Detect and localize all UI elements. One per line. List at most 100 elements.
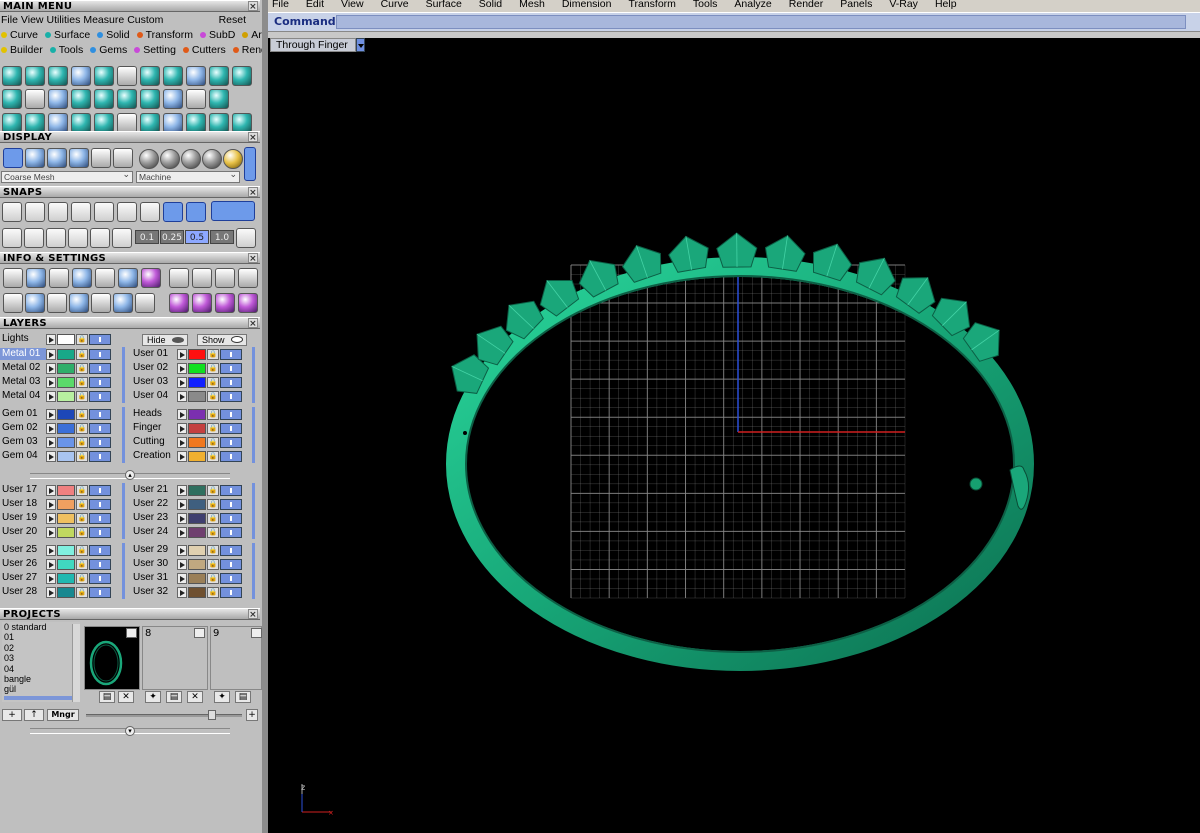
layer-visibility-toggle[interactable] (89, 498, 111, 510)
edit-icon[interactable] (2, 89, 22, 109)
layer-name[interactable]: User 04 (131, 390, 177, 402)
layer-visibility-toggle[interactable] (220, 422, 242, 434)
layer-arrow-button[interactable] (46, 512, 56, 524)
project-slot-1[interactable] (84, 626, 140, 690)
menu-tools[interactable]: Tools (693, 0, 718, 10)
layer-visibility-toggle[interactable] (89, 436, 111, 448)
layer-visibility-toggle[interactable] (220, 436, 242, 448)
layer-row[interactable]: User 24 🔒 (131, 526, 242, 538)
layer-name[interactable]: User 18 (0, 498, 46, 510)
thumbnail-size-slider[interactable] (86, 714, 242, 717)
layer-color-swatch[interactable] (57, 450, 75, 462)
layer-arrow-button[interactable] (177, 512, 187, 524)
menu-custom[interactable]: Custom (127, 14, 163, 26)
close-icon[interactable]: × (248, 253, 258, 264)
material-toggle[interactable] (244, 147, 256, 181)
layer-arrow-button[interactable] (46, 526, 56, 538)
snap-toggle[interactable] (211, 201, 255, 221)
grid-icon[interactable] (117, 89, 137, 109)
pan-icon[interactable] (94, 113, 114, 133)
filter-icon[interactable] (91, 293, 111, 313)
project-item[interactable]: 03 (4, 653, 80, 663)
layer-row[interactable]: Metal 02 🔒 (0, 362, 111, 374)
layer-arrow-button[interactable] (177, 484, 187, 496)
project-item[interactable]: 04 (4, 664, 80, 674)
light-icon[interactable] (48, 66, 68, 86)
lock-icon[interactable]: 🔒 (207, 348, 219, 360)
lock-icon[interactable]: 🔒 (76, 484, 88, 496)
layer-color-swatch[interactable] (57, 436, 75, 448)
layer-visibility-toggle[interactable] (220, 572, 242, 584)
lock-icon[interactable]: 🔒 (76, 333, 88, 345)
layer-row[interactable]: Metal 01 🔒 (0, 348, 111, 360)
mesh-mode-select[interactable]: Coarse Mesh (1, 169, 133, 183)
lock-icon[interactable]: 🔒 (207, 526, 219, 538)
layer-name[interactable]: Gem 03 (0, 436, 46, 448)
layer-arrow-button[interactable] (177, 436, 187, 448)
module-solid[interactable]: Solid (96, 29, 132, 41)
chevron-down-icon[interactable] (356, 38, 365, 52)
lock-icon[interactable]: 🔒 (76, 390, 88, 402)
lock-icon[interactable]: 🔒 (207, 544, 219, 556)
layer-color-swatch[interactable] (57, 544, 75, 556)
layer-color-swatch[interactable] (57, 498, 75, 510)
matte-sphere-icon[interactable] (202, 149, 222, 169)
layer-row[interactable]: Metal 03 🔒 (0, 376, 111, 388)
align-icon[interactable] (71, 113, 91, 133)
layer-name[interactable]: User 28 (0, 586, 46, 598)
lock-icon[interactable]: 🔒 (207, 572, 219, 584)
preview-icon[interactable] (113, 148, 133, 168)
layer-visibility-toggle[interactable] (89, 558, 111, 570)
layer-visibility-toggle[interactable] (220, 348, 242, 360)
lock-icon[interactable]: 🔒 (76, 408, 88, 420)
layer-arrow-button[interactable] (46, 498, 56, 510)
layer-name[interactable]: Metal 01 (0, 348, 46, 360)
layer-name[interactable]: User 01 (131, 348, 177, 360)
layer-name[interactable]: Heads (131, 408, 177, 420)
project-item[interactable]: bangle (4, 674, 80, 684)
module-subd[interactable]: SubD (199, 29, 238, 41)
cross-snap-icon[interactable] (48, 202, 68, 222)
lock-icon[interactable]: 🔒 (76, 544, 88, 556)
globe-icon[interactable] (91, 148, 111, 168)
layer-arrow-button[interactable] (177, 450, 187, 462)
layer-color-swatch[interactable] (57, 390, 75, 402)
layer-arrow-button[interactable] (46, 586, 56, 598)
box-snap-icon[interactable] (24, 228, 44, 248)
layer-row[interactable]: User 19 🔒 (0, 512, 111, 524)
layer-row[interactable]: User 29 🔒 (131, 544, 242, 556)
project-item[interactable]: 0 standard (4, 622, 80, 632)
layer-visibility-toggle[interactable] (89, 348, 111, 360)
close-icon[interactable]: × (248, 318, 258, 329)
points-icon[interactable] (113, 293, 133, 313)
layer-visibility-toggle[interactable] (220, 362, 242, 374)
layer-arrow-button[interactable] (177, 376, 187, 388)
close-icon[interactable]: ✕ (187, 691, 203, 703)
menu-view[interactable]: View (341, 0, 364, 10)
layer-visibility-toggle[interactable] (89, 422, 111, 434)
chip-icon[interactable] (163, 113, 183, 133)
command-input[interactable] (336, 15, 1186, 29)
layer-name[interactable]: Finger (131, 422, 177, 434)
layer-arrow-button[interactable] (177, 558, 187, 570)
layer-arrow-button[interactable] (177, 586, 187, 598)
layer-row[interactable]: Finger 🔒 (131, 422, 242, 434)
module-surface[interactable]: Surface (44, 29, 93, 41)
lock-icon[interactable]: 🔒 (207, 558, 219, 570)
lock-icon[interactable]: 🔒 (207, 376, 219, 388)
menu-analyze[interactable]: Analyze (734, 0, 771, 10)
printer-icon[interactable] (49, 268, 69, 288)
search-icon[interactable] (26, 268, 46, 288)
figure-icon[interactable] (192, 293, 212, 313)
lock-icon[interactable]: 🔒 (76, 498, 88, 510)
copy-icon[interactable] (209, 113, 229, 133)
layer-visibility-toggle[interactable] (89, 450, 111, 462)
column-icon[interactable] (69, 293, 89, 313)
figure-icon[interactable] (238, 293, 258, 313)
layer-arrow-button[interactable] (177, 422, 187, 434)
lock-icon[interactable]: 🔒 (76, 572, 88, 584)
rotate-icon[interactable] (25, 113, 45, 133)
layer-row[interactable]: User 21 🔒 (131, 484, 242, 496)
lock-icon[interactable]: 🔒 (76, 376, 88, 388)
menu-vray[interactable]: V-Ray (889, 0, 918, 10)
